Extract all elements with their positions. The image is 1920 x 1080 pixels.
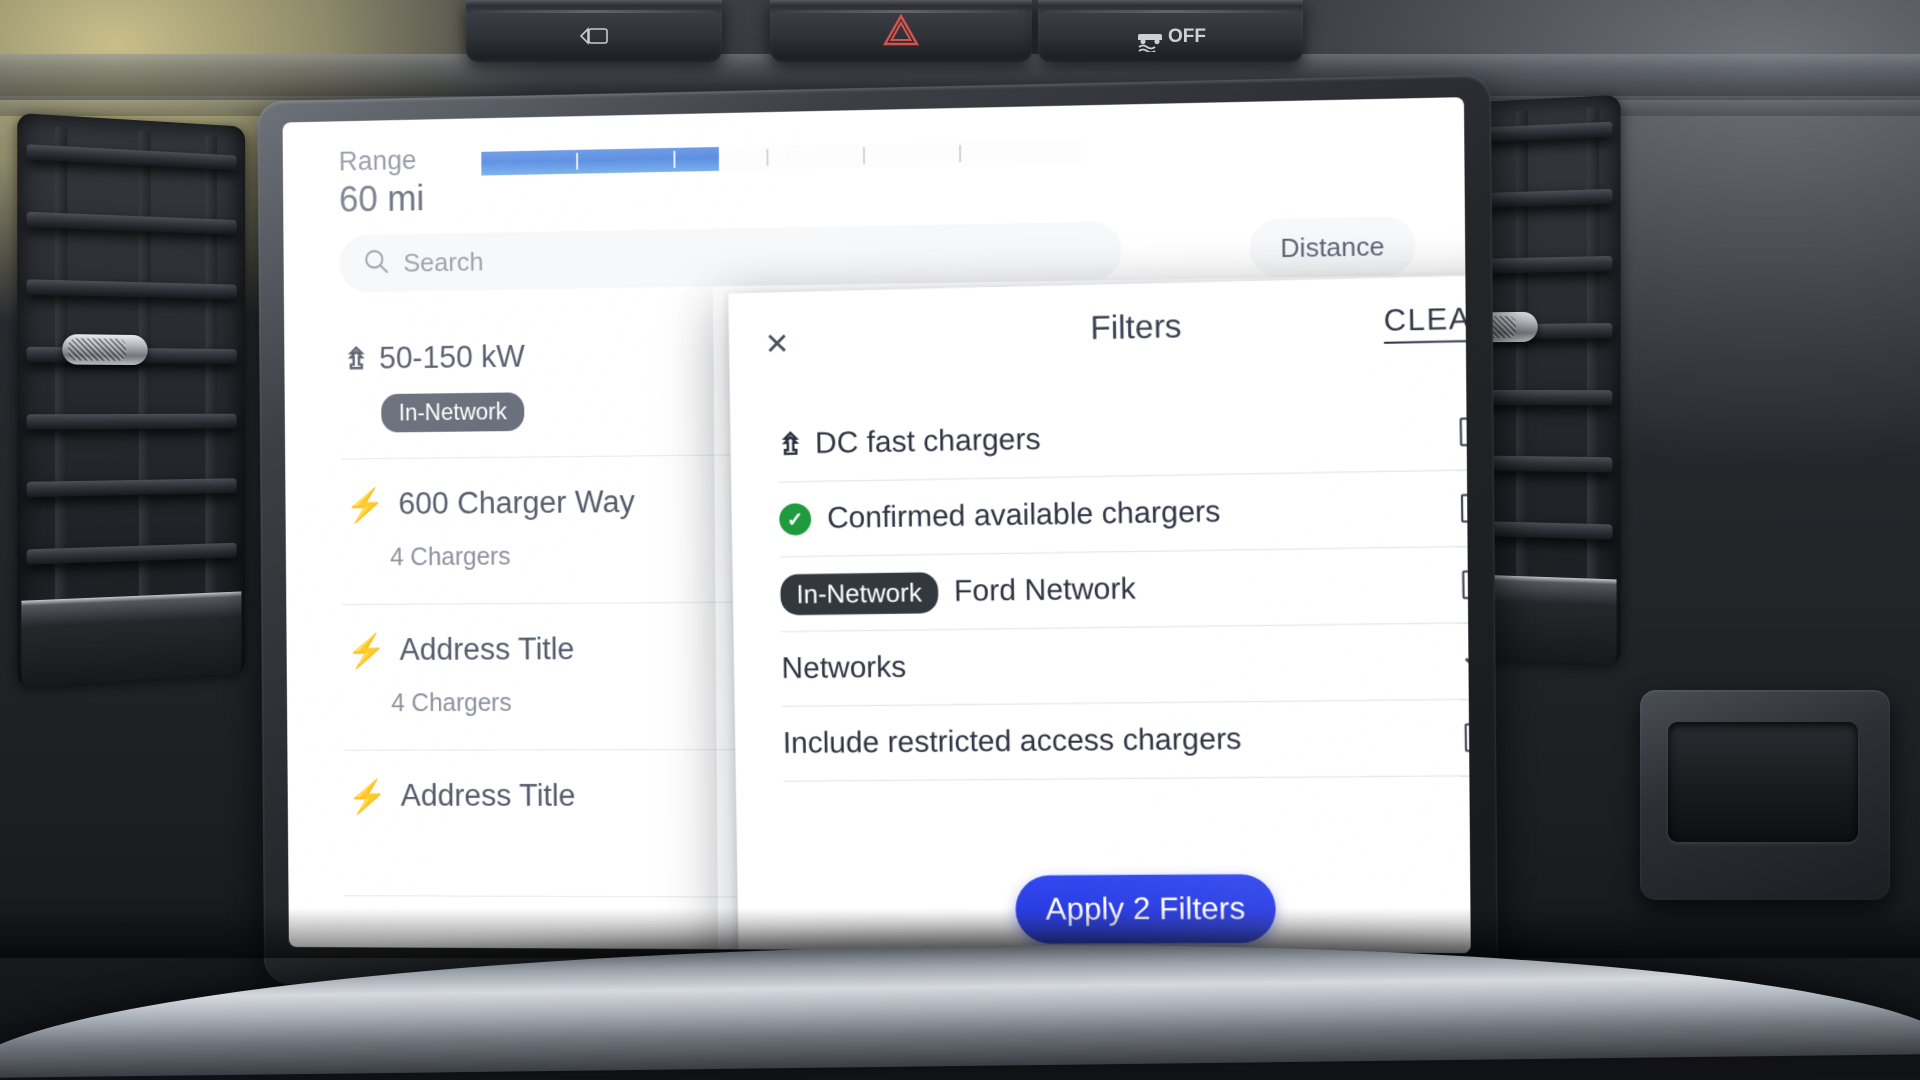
vent-shelf (21, 591, 242, 688)
infotainment-screen-bezel: Range 60 mi Search Distance ⇯ 50-150 kW … (257, 74, 1499, 993)
in-network-badge: In-Network (381, 392, 525, 433)
traction-control-icon: OFF (1135, 22, 1206, 52)
filter-label: DC fast chargers (814, 422, 1041, 461)
range-label: Range (338, 145, 417, 177)
result-title: Address Title (400, 778, 576, 813)
vent-post (205, 135, 218, 665)
traction-control-off-button[interactable]: OFF (1038, 0, 1303, 62)
result-subtitle: 4 Chargers (391, 689, 512, 718)
filter-label: Ford Network (953, 572, 1136, 608)
vent-louver (26, 413, 237, 430)
clear-button[interactable]: CLEAR (1383, 301, 1471, 344)
bolt-icon: ⚡ (347, 777, 388, 815)
range-progress-bar (481, 139, 1082, 176)
filter-checkbox[interactable]: ✓ (1460, 493, 1471, 523)
chevron-down-icon[interactable] (1467, 648, 1470, 677)
filter-label: Networks (781, 650, 907, 686)
range-value: 60 mi (339, 178, 425, 221)
result-title-row: ⚡ Address Title (346, 631, 574, 668)
result-title: 600 Charger Way (398, 484, 635, 521)
search-input[interactable]: Search (339, 221, 1122, 293)
range-tick (862, 147, 865, 165)
filter-checkbox[interactable]: ✓ (1459, 414, 1471, 447)
result-title-row: ⚡ Address Title (347, 778, 575, 814)
search-placeholder: Search (403, 246, 484, 278)
dc-fast-bolt-icon: ⇯ (777, 427, 800, 462)
search-icon (363, 247, 390, 280)
filter-row-networks[interactable]: Networks (781, 622, 1471, 708)
traction-off-label: OFF (1168, 26, 1206, 47)
range-unit: mi (387, 177, 425, 219)
filter-row-dc-fast-chargers[interactable]: ⇯ DC fast chargers ✓ (777, 392, 1471, 483)
sort-label: Distance (1280, 230, 1385, 263)
filters-list: ⇯ DC fast chargers ✓ ✓ Confirmed availab… (730, 376, 1471, 841)
result-subtitle: 4 Chargers (390, 542, 511, 572)
in-network-badge: In-Network (780, 571, 939, 615)
filters-dialog: ✕ Filters CLEAR ⇯ DC fast chargers ✓ ✓ C… (728, 273, 1471, 954)
hazard-triangle-icon (882, 13, 920, 52)
bolt-icon: ⚡ (346, 631, 387, 669)
result-title-row: ⇯ 50-150 kW (344, 339, 525, 377)
filter-row-confirmed-available-chargers[interactable]: ✓ Confirmed available chargers ✓ (778, 469, 1471, 558)
bolt-icon: ⚡ (345, 486, 386, 523)
vent-direction-knob[interactable] (62, 333, 148, 366)
range-progress-fill (481, 146, 719, 176)
filters-dialog-header: ✕ Filters CLEAR (728, 274, 1471, 385)
dc-fast-bolt-icon: ⇯ (344, 342, 366, 376)
rear-defrost-icon (577, 25, 611, 52)
sort-by-distance-button[interactable]: Distance (1249, 216, 1416, 278)
result-title-row: ⚡ 600 Charger Way (345, 484, 635, 523)
filter-label: Confirmed available chargers (826, 495, 1221, 535)
result-title: 50-150 kW (378, 338, 525, 376)
range-tick (766, 148, 769, 166)
vent-post (138, 131, 151, 669)
rear-defrost-button[interactable] (466, 0, 722, 62)
page-title: Filters (1090, 306, 1182, 347)
range-tick (959, 145, 962, 163)
range-indicator: Range 60 mi (339, 145, 425, 220)
filter-checkbox[interactable]: ✓ (1464, 723, 1471, 752)
charger-finder-app: Range 60 mi Search Distance ⇯ 50-150 kW … (282, 97, 1471, 954)
vehicle-dashboard-scene: OFF Range 60 mi Search Distance ⇯ 50-150… (0, 0, 1920, 1080)
air-vent-left[interactable] (17, 112, 246, 688)
filter-row-include-restricted-access-chargers[interactable]: Include restricted access chargers ✓ (782, 699, 1471, 782)
range-number: 60 (338, 178, 378, 220)
result-title: Address Title (399, 631, 575, 667)
filter-row-ford-network[interactable]: In-Network Ford Network ✓ (779, 546, 1471, 633)
infotainment-display: Range 60 mi Search Distance ⇯ 50-150 kW … (282, 97, 1471, 954)
dashboard-storage-panel (1640, 690, 1890, 900)
range-tick (673, 150, 676, 168)
filter-label: Include restricted access chargers (782, 722, 1242, 760)
filter-checkbox[interactable]: ✓ (1462, 567, 1471, 600)
green-check-circle-icon: ✓ (779, 503, 812, 536)
hazard-lights-button[interactable] (770, 0, 1032, 62)
range-tick (575, 152, 578, 170)
vent-post (55, 126, 68, 674)
checkmark-icon: ✓ (1466, 567, 1471, 596)
checkmark-icon: ✓ (1463, 414, 1471, 443)
